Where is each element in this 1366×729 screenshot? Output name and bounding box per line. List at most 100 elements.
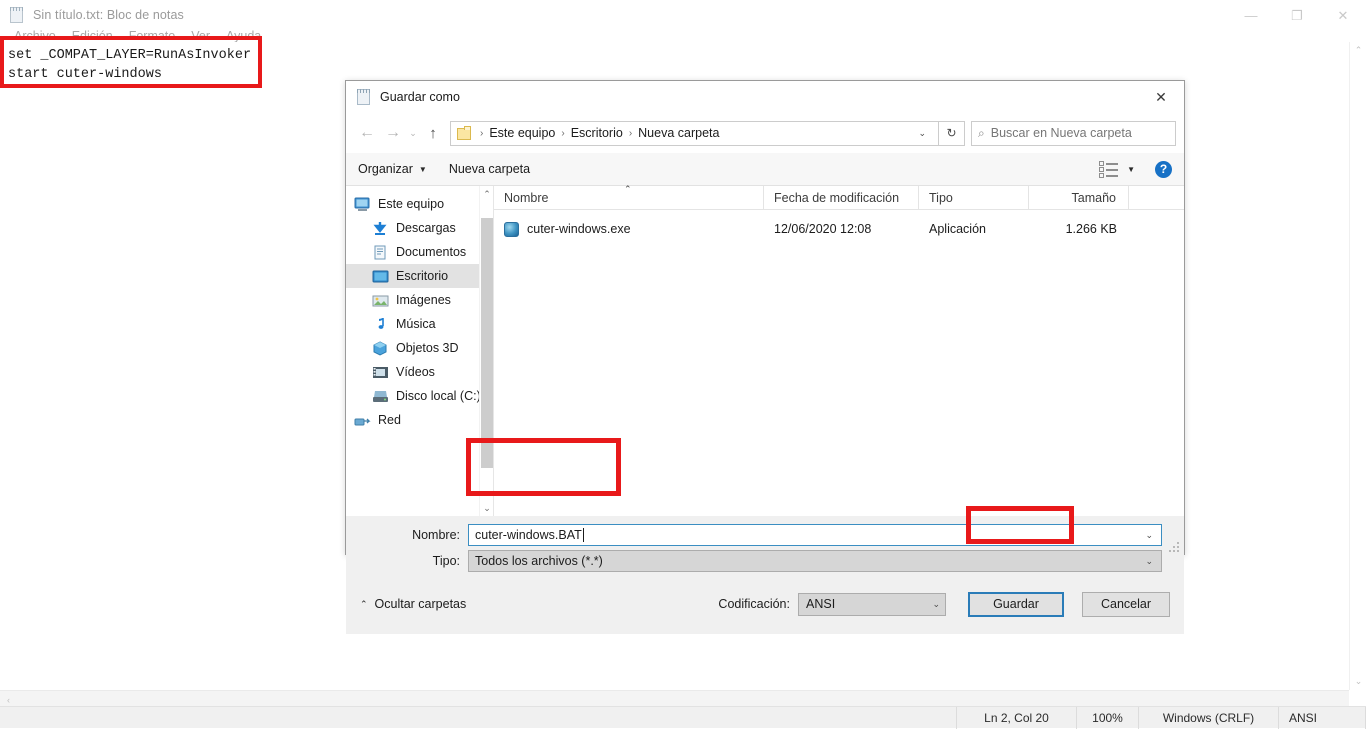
chevron-down-icon[interactable]: ⌄ [932,599,940,610]
close-button[interactable]: ✕ [1320,0,1366,30]
pictures-icon [372,293,389,308]
menu-ayuda[interactable]: Ayuda [218,29,269,43]
breadcrumb-item-escritorio[interactable]: Escritorio [571,126,623,140]
menu-edicion[interactable]: Edición [64,29,121,43]
new-folder-button[interactable]: Nueva carpeta [449,162,530,176]
status-line-ending: Windows (CRLF) [1138,706,1278,729]
file-type-cell: Aplicación [929,222,986,236]
sidebar-item-musica[interactable]: Música [346,312,493,336]
organize-button[interactable]: Organizar ▼ [358,162,427,176]
sidebar-label: Música [396,317,436,331]
save-button[interactable]: Guardar [968,591,1064,617]
help-glyph: ? [1159,162,1168,176]
view-options-caret-icon[interactable]: ▼ [1127,165,1135,174]
sidebar-item-imagenes[interactable]: Imágenes [346,288,493,312]
chevron-down-icon[interactable]: ⌄ [1145,556,1157,567]
table-row[interactable]: cuter-windows.exe 12/06/2020 12:08 Aplic… [494,216,1184,242]
dialog-close-button[interactable]: ✕ [1138,81,1184,113]
status-zoom: 100% [1076,706,1138,729]
drive-icon [372,389,389,404]
menu-ver[interactable]: Ver [183,29,218,43]
exe-file-icon [504,221,519,237]
encoding-group: Codificación: ANSI ⌄ Guardar Cancelar [718,591,1184,617]
filetype-label: Tipo: [432,554,460,568]
chevron-down-icon: ⌄ [409,127,417,138]
sidebar-label: Objetos 3D [396,341,459,355]
breadcrumb-item-este-equipo[interactable]: Este equipo [489,126,555,140]
column-label: Nombre [504,190,549,205]
hide-folders-toggle[interactable]: ⌃ Ocultar carpetas [360,597,466,611]
sidebar-item-descargas[interactable]: Descargas [346,216,493,240]
minimize-button[interactable]: — [1228,0,1274,30]
filename-row: Nombre: cuter-windows.BAT ⌄ [346,524,1184,546]
minimize-icon: — [1244,7,1258,23]
sidebar-label: Este equipo [378,197,445,211]
sidebar-item-disco-local-c[interactable]: Disco local (C:) [346,384,493,408]
filename-input[interactable]: cuter-windows.BAT ⌄ [468,524,1162,546]
notepad-window-controls: — ❐ ✕ [1228,0,1366,30]
dialog-toolbar: Organizar ▼ Nueva carpeta ▼ ? [346,153,1184,186]
file-list-header: Nombre ⌃ Fecha de modificación Tipo Tama… [494,184,1184,210]
close-icon: ✕ [1337,7,1349,23]
menu-formato[interactable]: Formato [121,29,184,43]
hide-folders-label: Ocultar carpetas [374,597,467,611]
file-date-cell: 12/06/2020 12:08 [774,222,872,236]
maximize-button[interactable]: ❐ [1274,0,1320,30]
scroll-down-icon[interactable]: ⌄ [480,500,493,516]
up-level-button[interactable]: ↑ [420,120,446,146]
help-icon[interactable]: ? [1155,160,1172,178]
organize-label: Organizar [358,162,413,176]
scrollbar-thumb[interactable] [481,218,493,468]
search-icon: ⌕ [978,125,985,140]
status-position: Ln 2, Col 20 [956,706,1076,729]
refresh-button[interactable]: ↻ [939,120,965,146]
breadcrumb-dropdown-icon[interactable]: ⌄ [910,128,934,139]
search-input[interactable]: ⌕ Buscar en Nueva carpeta [971,120,1176,146]
downloads-icon [372,221,389,236]
notepad-vertical-scrollbar[interactable]: ⌃ ⌄ [1349,42,1366,690]
breadcrumb-item-nueva-carpeta[interactable]: Nueva carpeta [638,126,719,140]
dialog-sidebar: Este equipo Descargas Documentos Escrito… [346,186,493,516]
column-header-nombre[interactable]: Nombre ⌃ [494,184,764,210]
scroll-up-icon[interactable]: ⌃ [1350,42,1366,59]
dialog-navigation-bar: ← → ⌄ ↑ › Este equipo › Escritorio › Nue… [346,113,1184,153]
breadcrumb-separator: › [480,127,484,139]
cancel-label: Cancelar [1100,597,1152,611]
encoding-select[interactable]: ANSI ⌄ [798,592,946,616]
breadcrumb[interactable]: › Este equipo › Escritorio › Nueva carpe… [450,120,939,146]
sidebar-item-red[interactable]: Red [346,408,493,432]
videos-icon [372,365,389,380]
notepad-horizontal-scrollbar[interactable]: ‹ [0,690,1349,707]
forward-button[interactable]: → [380,120,406,146]
chevron-down-icon: ▼ [418,164,427,174]
scroll-down-icon[interactable]: ⌄ [1350,673,1366,690]
save-label: Guardar [993,597,1039,611]
cancel-button[interactable]: Cancelar [1082,591,1170,617]
column-header-fecha[interactable]: Fecha de modificación [764,185,919,210]
sidebar-item-objetos-3d[interactable]: Objetos 3D [346,336,493,360]
status-encoding: ANSI [1278,706,1366,729]
filetype-select[interactable]: Todos los archivos (*.*) ⌄ [468,550,1162,572]
sidebar-item-videos[interactable]: Vídeos [346,360,493,384]
chevron-down-icon[interactable]: ⌄ [1145,530,1157,541]
list-view-icon[interactable] [1099,161,1119,178]
column-header-tamano[interactable]: Tamaño [1029,185,1129,210]
save-as-dialog: Guardar como ✕ ← → ⌄ ↑ › Este equipo › E… [345,80,1185,634]
sidebar-item-documentos[interactable]: Documentos [346,240,493,264]
encoding-label: Codificación: [718,597,790,611]
sidebar-item-escritorio[interactable]: Escritorio [346,264,493,288]
menu-archivo[interactable]: Archivo [6,29,64,43]
column-header-tipo[interactable]: Tipo [919,185,1029,210]
file-list: Nombre ⌃ Fecha de modificación Tipo Tama… [493,184,1184,516]
back-button[interactable]: ← [354,120,380,146]
scroll-up-icon[interactable]: ⌃ [480,186,493,202]
sidebar-scrollbar[interactable]: ⌃ ⌄ [479,186,493,516]
file-size-cell: 1.266 KB [1065,222,1117,236]
network-icon [354,413,371,428]
recent-locations-button[interactable]: ⌄ [406,128,420,139]
text-caret [582,528,584,542]
folder-icon [457,125,472,140]
sidebar-item-este-equipo[interactable]: Este equipo [346,192,493,216]
sidebar-label: Imágenes [396,293,451,307]
resize-grip[interactable] [1169,540,1181,552]
